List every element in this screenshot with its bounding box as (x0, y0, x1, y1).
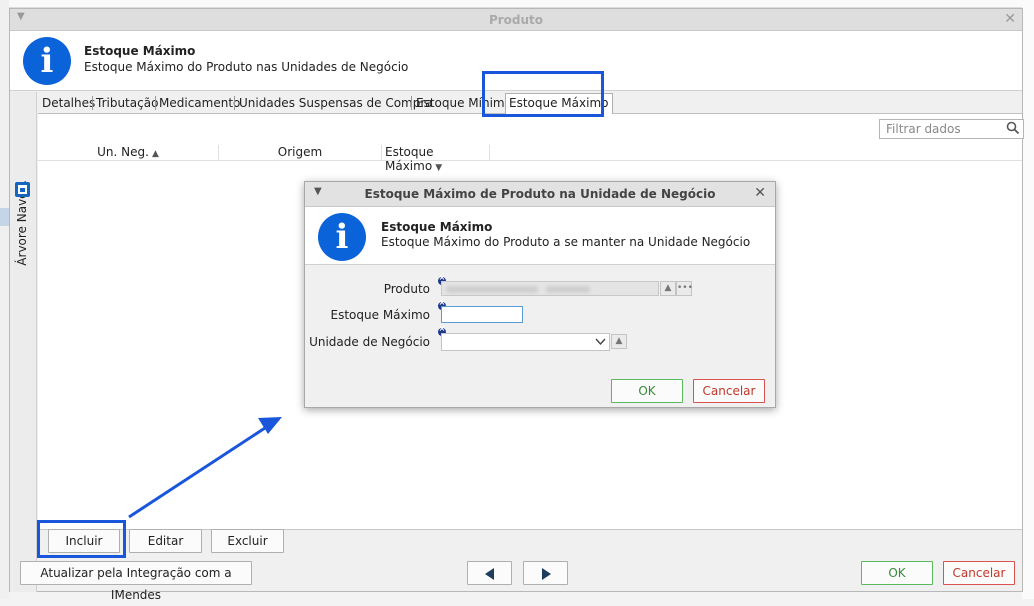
dialog-header-title: Estoque Máximo (381, 220, 493, 234)
dialog-header-subtitle: Estoque Máximo do Produto a se manter na… (381, 235, 751, 249)
navigation-tree-sidebar[interactable]: Árvore Naveg. (10, 92, 37, 592)
tab-unidades-suspensas[interactable]: Unidades Suspensas de Compra (239, 96, 433, 110)
previous-button[interactable] (467, 561, 512, 585)
tab-tributacao[interactable]: Tributação (96, 96, 158, 110)
info-icon: i (318, 213, 366, 261)
table-header: Un. Neg. ▲ Origem Estoque Máximo ▼ (38, 144, 1022, 173)
column-label: Estoque Máximo (385, 145, 434, 173)
produto-lookup-button[interactable]: ▲ (660, 281, 676, 296)
unidade-negocio-label: Unidade de Negócio (309, 335, 430, 349)
highlight-box-tab (482, 71, 604, 117)
tab-separator (411, 96, 412, 110)
dialog-header: i Estoque Máximo Estoque Máximo do Produ… (305, 207, 775, 265)
dialog-cancel-button[interactable]: Cancelar (693, 379, 765, 403)
estoque-maximo-dialog: ▼ Estoque Máximo de Produto na Unidade d… (304, 181, 776, 408)
tab-detalhes[interactable]: Detalhes (42, 96, 95, 110)
dialog-titlebar: ▼ Estoque Máximo de Produto na Unidade d… (305, 182, 775, 207)
dialog-title: Estoque Máximo de Produto na Unidade de … (364, 187, 716, 201)
produto-label: Produto (383, 282, 430, 296)
column-origem[interactable]: Origem (219, 145, 382, 161)
unidade-lookup-button[interactable]: ▲ (611, 334, 627, 349)
column-label: Un. Neg. (97, 145, 149, 159)
info-icon: i (23, 37, 71, 85)
highlight-box-incluir (37, 520, 126, 558)
column-estoque-maximo[interactable]: Estoque Máximo ▼ (382, 145, 490, 173)
produto-field[interactable] (441, 281, 659, 296)
chevron-down-icon[interactable] (594, 335, 607, 348)
window-close-icon[interactable]: ✕ (1004, 11, 1016, 27)
excluir-button[interactable]: Excluir (211, 529, 284, 553)
estoque-maximo-input[interactable] (441, 306, 523, 323)
integracao-imendes-button[interactable]: Atualizar pela Integração com a IMendes (20, 561, 252, 602)
dialog-ok-button[interactable]: OK (611, 379, 683, 403)
dialog-close-icon[interactable]: ✕ (754, 185, 766, 201)
editar-button[interactable]: Editar (129, 529, 202, 553)
column-un-neg[interactable]: Un. Neg. ▲ (38, 145, 219, 161)
cancel-button[interactable]: Cancelar (943, 561, 1015, 585)
unidade-negocio-select[interactable] (441, 333, 610, 351)
redacted-text (546, 286, 590, 293)
header-subtitle: Estoque Máximo do Produto nas Unidades d… (84, 60, 409, 74)
tab-separator (234, 96, 235, 110)
background-app-left (0, 0, 9, 599)
tab-separator (92, 96, 93, 110)
estoque-maximo-label: Estoque Máximo (330, 308, 430, 322)
tab-medicamento[interactable]: Medicamento (159, 96, 240, 110)
window-title: Produto (488, 13, 544, 27)
produto-more-button[interactable]: ••• (676, 281, 693, 296)
tab-separator (155, 96, 156, 110)
column-label: Origem (277, 145, 323, 159)
background-app-strip (0, 0, 1034, 8)
redacted-text (446, 286, 538, 293)
background-app-right (1022, 0, 1034, 599)
background-selected-row (0, 208, 9, 226)
window-titlebar: ▼ Produto ✕ (10, 9, 1022, 31)
sort-asc-icon: ▲ (151, 149, 159, 159)
ok-button[interactable]: OK (861, 561, 933, 585)
sort-desc-icon: ▼ (435, 163, 443, 173)
arrow-right-icon (541, 567, 551, 580)
header-title: Estoque Máximo (84, 44, 196, 58)
filter-box (879, 119, 1024, 139)
search-icon[interactable] (1006, 121, 1020, 135)
next-button[interactable] (523, 561, 568, 585)
arrow-left-icon (484, 567, 494, 580)
tree-nav-icon[interactable] (15, 182, 30, 197)
filter-input[interactable] (884, 121, 1002, 137)
